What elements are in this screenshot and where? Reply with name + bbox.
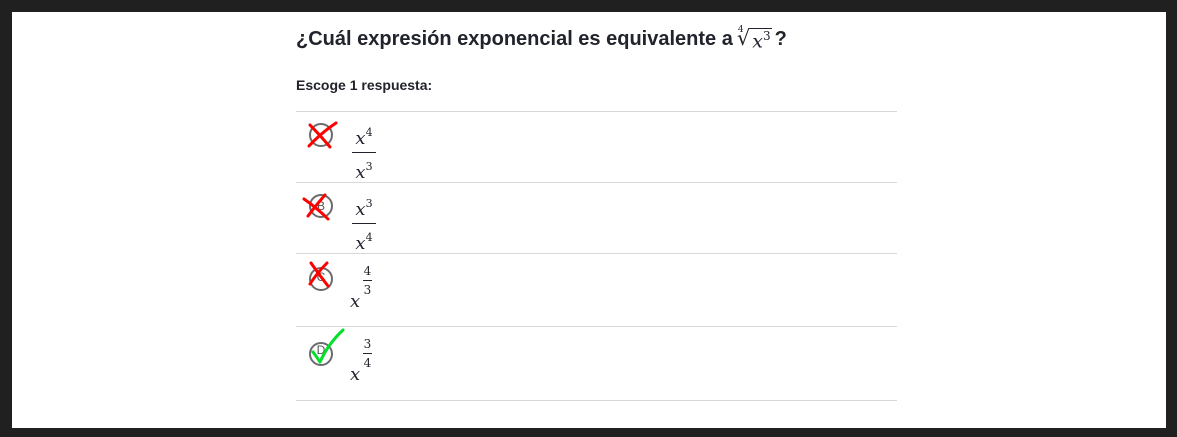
answer-prompt: Escoge 1 respuesta: bbox=[296, 77, 433, 93]
choice-a-marker[interactable] bbox=[307, 121, 338, 149]
choice-d[interactable]: D x 3 4 bbox=[296, 327, 897, 401]
exercise-panel: ¿Cuál expresión exponencial es equivalen… bbox=[12, 12, 1166, 428]
question-label: ¿Cuál expresión exponencial es equivalen… bbox=[296, 28, 733, 50]
numerator: x3 bbox=[355, 197, 373, 220]
power-base: x bbox=[350, 291, 361, 312]
radicand-base: x bbox=[752, 30, 763, 53]
exponent-denominator: 4 bbox=[363, 356, 372, 370]
choice-b[interactable]: B x3 x4 bbox=[296, 183, 897, 254]
exponent-numerator: 4 bbox=[363, 264, 372, 278]
exponent-numerator: 3 bbox=[363, 337, 372, 351]
incorrect-cross-icon bbox=[307, 121, 338, 149]
exponent-bar bbox=[363, 353, 372, 354]
choice-c-marker[interactable]: C bbox=[308, 261, 333, 291]
radicand: x3 bbox=[750, 28, 772, 53]
power-base: x bbox=[350, 364, 361, 385]
choice-d-marker[interactable]: D bbox=[309, 328, 345, 366]
radical-index: 4 bbox=[737, 25, 744, 35]
fourth-root-expression: 4 √ x3 bbox=[737, 25, 772, 53]
incorrect-cross-icon bbox=[302, 193, 333, 221]
answer-choices: x4 x3 B x3 x4 C x 4 3 D x 3 4 bbox=[296, 111, 897, 401]
incorrect-cross-icon bbox=[308, 261, 333, 291]
fraction-bar bbox=[352, 223, 376, 224]
numerator: x4 bbox=[355, 126, 373, 149]
question-mark: ? bbox=[774, 28, 787, 50]
fraction-bar bbox=[352, 152, 376, 153]
choice-b-marker[interactable]: B bbox=[302, 193, 333, 221]
power-exponent: 4 3 bbox=[363, 264, 372, 297]
denominator: x3 bbox=[355, 160, 373, 183]
exponent-denominator: 3 bbox=[363, 283, 372, 297]
choice-d-expression: x 3 4 bbox=[350, 337, 390, 389]
correct-check-icon bbox=[309, 328, 345, 366]
choice-c[interactable]: C x 4 3 bbox=[296, 254, 897, 327]
power-exponent: 3 4 bbox=[363, 337, 372, 370]
question-text: ¿Cuál expresión exponencial es equivalen… bbox=[296, 25, 787, 53]
radicand-exponent: 3 bbox=[762, 29, 771, 43]
choice-a-expression: x4 x3 bbox=[352, 122, 376, 184]
choice-c-expression: x 4 3 bbox=[350, 264, 390, 316]
choice-a[interactable]: x4 x3 bbox=[296, 112, 897, 183]
choice-b-expression: x3 x4 bbox=[352, 193, 376, 255]
exponent-bar bbox=[363, 280, 372, 281]
denominator: x4 bbox=[355, 231, 373, 254]
